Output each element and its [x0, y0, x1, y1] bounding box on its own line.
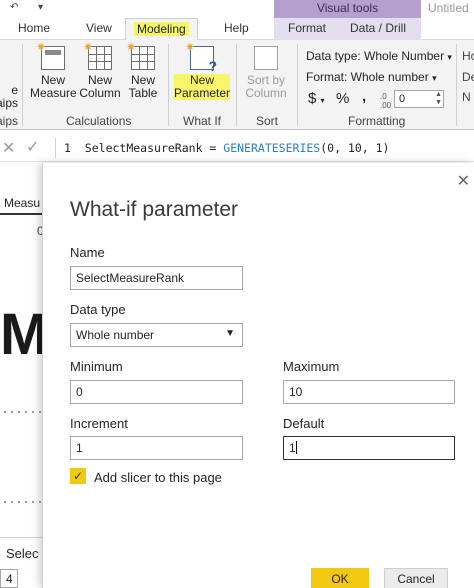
commit-formula-icon[interactable]: ✓	[26, 137, 39, 157]
name-label: Name	[70, 245, 105, 260]
text-cursor	[295, 441, 297, 454]
group-formatting: Formatting	[348, 114, 406, 128]
data-type-label: Data type: Whole Number	[306, 49, 445, 63]
close-icon[interactable]: ✕	[457, 171, 470, 191]
maximum-field[interactable]: 10	[283, 380, 455, 404]
currency-icon: $	[308, 90, 317, 107]
minimum-label: Minimum	[70, 359, 123, 374]
formula-args: (0, 10, 1)	[320, 141, 390, 155]
ribbon-divider	[236, 44, 237, 126]
formula-input[interactable]: 1 SelectMeasureRank = GENERATESERIES(0, …	[64, 141, 389, 155]
new-measure-line2: Measure	[30, 86, 77, 100]
new-parameter-icon: ✷?	[185, 40, 217, 74]
add-slicer-checkbox[interactable]: ✓	[70, 468, 86, 484]
data-type-dropdown[interactable]: Data type: Whole Number ▾	[306, 49, 452, 63]
dialog-title: What-if parameter	[70, 198, 239, 221]
group-relationships-partial: aips	[0, 114, 19, 128]
tab-modeling[interactable]: Modeling	[125, 18, 198, 41]
new-table-line2: Table	[128, 86, 158, 100]
new-parameter-line2: Parameter	[174, 86, 231, 100]
formula-line-number: 1	[64, 141, 71, 155]
new-column-icon: ✷	[83, 41, 112, 70]
what-if-parameter-dialog: ✕ What-if parameter Name SelectMeasureRa…	[42, 163, 474, 588]
ribbon-divider	[22, 44, 23, 126]
slicer-title: Selec	[0, 537, 44, 567]
new-parameter-button[interactable]: ✷? New Parameter	[174, 40, 231, 100]
chevron-down-icon: ▼	[225, 328, 235, 339]
decimal-places-icon: .0.00	[380, 92, 392, 110]
group-calculations: Calculations	[66, 114, 132, 128]
formula-divider	[55, 138, 56, 158]
default-value: 1	[289, 441, 296, 455]
decimal-places-value: 0	[399, 93, 406, 105]
new-measure-button[interactable]: ✷ New Measure	[30, 41, 77, 100]
report-visual-tab[interactable]: Measu	[0, 193, 44, 215]
ribbon-divider	[456, 44, 457, 126]
tab-modeling-label: Modeling	[134, 22, 189, 36]
new-table-icon: ✷	[126, 41, 155, 70]
relationships-button-partial[interactable]: e aips	[0, 84, 18, 110]
format-dropdown[interactable]: Format: Whole number ▾	[306, 70, 437, 84]
chevron-down-icon: ▾	[320, 96, 325, 105]
stepper-arrows-icon[interactable]: ▲ ▼	[435, 91, 442, 107]
tab-home[interactable]: Home	[18, 21, 50, 35]
visual-tools-banner: Visual tools	[274, 0, 421, 18]
tab-format[interactable]: Format	[288, 21, 326, 35]
currency-button[interactable]: $ ▾	[308, 90, 325, 107]
maximum-label: Maximum	[283, 359, 340, 374]
minimum-field[interactable]: 0	[70, 380, 243, 404]
increment-field[interactable]: 1	[70, 436, 243, 460]
relationships-line2: aips	[0, 96, 18, 110]
checkmark-icon: ✓	[72, 469, 84, 483]
add-slicer-label[interactable]: Add slicer to this page	[94, 470, 222, 485]
ok-button[interactable]: OK	[311, 568, 369, 588]
tab-help[interactable]: Help	[224, 21, 249, 35]
undo-icon[interactable]: ↶	[10, 2, 18, 13]
tab-view[interactable]: View	[86, 21, 112, 35]
format-label: Format: Whole number	[306, 70, 429, 84]
sort-by-column-icon	[254, 46, 278, 70]
increment-label: Increment	[70, 416, 128, 431]
ribbon-cut-right-2: De	[462, 70, 474, 84]
ribbon-divider	[297, 44, 298, 126]
new-table-button[interactable]: ✷ New Table	[120, 41, 166, 100]
data-type-select[interactable]: Whole number ▼	[70, 323, 243, 347]
data-type-label: Data type	[70, 302, 126, 317]
quick-access-toolbar: ↶ ▾	[0, 0, 274, 18]
visual-tools-tabs: Format Data / Drill	[274, 18, 421, 40]
default-label: Default	[283, 416, 325, 431]
cancel-formula-icon[interactable]: ✕	[2, 138, 15, 158]
ribbon: e aips aips ✷ New Measure ✷ New Column ✷…	[0, 40, 474, 130]
sort-by-column-button[interactable]: Sort by Column	[242, 46, 290, 100]
percent-button[interactable]: %	[336, 90, 349, 107]
data-type-value: Whole number	[76, 328, 155, 342]
ribbon-cut-right-1: Ho	[462, 49, 474, 63]
default-field[interactable]: 1	[283, 436, 455, 460]
group-sort: Sort	[256, 114, 279, 128]
window-title: Untitled	[428, 1, 469, 15]
tab-data-drill[interactable]: Data / Drill	[350, 21, 406, 35]
slicer-value[interactable]: 4	[0, 569, 18, 588]
chevron-down-icon: ▾	[432, 73, 437, 83]
ribbon-divider	[168, 44, 169, 126]
cancel-button[interactable]: Cancel	[384, 568, 448, 588]
customize-icon[interactable]: ▾	[38, 2, 43, 13]
formula-function: GENERATESERIES	[223, 141, 321, 155]
decimal-places-stepper[interactable]: 0 ▲ ▼	[394, 90, 444, 108]
group-what-if: What If	[183, 114, 222, 128]
ribbon-cut-right-3: N	[462, 90, 471, 104]
formula-bar: ✕ ✓ 1 SelectMeasureRank = GENERATESERIES…	[0, 134, 474, 162]
report-divider	[4, 501, 42, 503]
sort-by-column-line2: Column	[245, 86, 287, 100]
report-divider	[4, 411, 42, 413]
new-measure-icon: ✷	[36, 41, 65, 70]
comma-button[interactable]: ,	[362, 88, 366, 105]
new-column-line2: Column	[79, 86, 121, 100]
formula-prefix: SelectMeasureRank =	[84, 141, 224, 155]
new-column-button[interactable]: ✷ New Column	[77, 41, 123, 100]
name-field[interactable]: SelectMeasureRank	[70, 266, 243, 290]
chevron-down-icon: ▾	[447, 52, 452, 62]
